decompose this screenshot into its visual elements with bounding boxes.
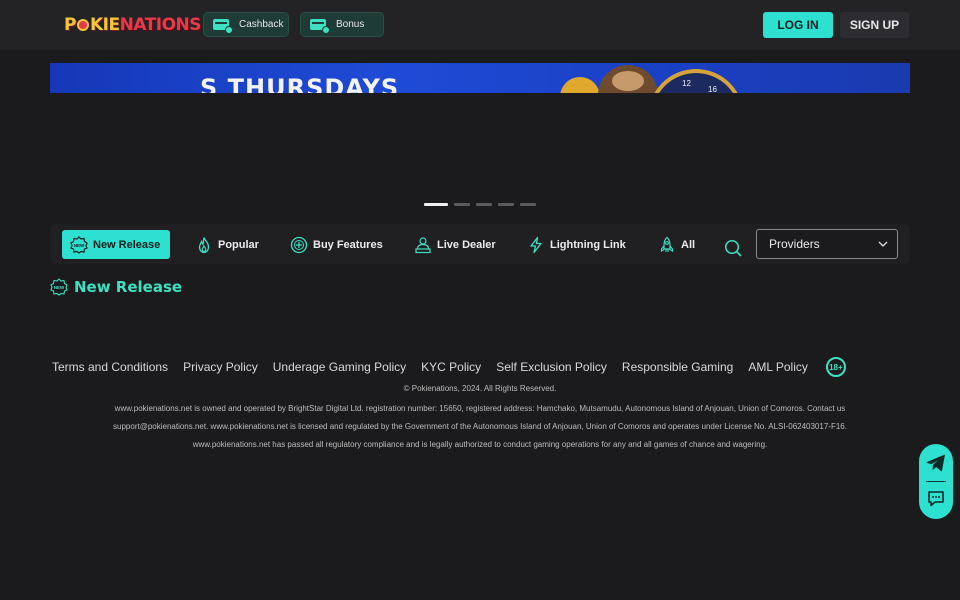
cashback-label: Cashback [239,19,284,30]
footer-link-privacy[interactable]: Privacy Policy [183,360,258,374]
legal-line: www.pokienations.net is owned and operat… [114,404,846,413]
chat-icon[interactable] [926,489,946,509]
carousel-dot[interactable] [454,203,470,206]
login-button[interactable]: LOG IN [763,12,833,38]
providers-selected-value: Providers [769,237,820,251]
tab-label: Buy Features [313,238,383,251]
banner-gold-shape [560,77,600,93]
wheel-number: 16 [708,85,717,93]
legal-text: www.pokienations.net is owned and operat… [40,400,920,454]
carousel-dot[interactable] [476,203,492,206]
lightning-icon [527,236,545,254]
tab-label: New Release [93,238,161,251]
new-badge-icon: NEW [50,278,68,296]
legal-line: support@pokienations.net. www.pokienatio… [113,422,847,431]
bonus-button[interactable]: Bonus [300,12,384,37]
floating-contact-widget [919,444,953,519]
footer-link-kyc[interactable]: KYC Policy [421,360,481,374]
tab-live-dealer[interactable]: Live Dealer [414,230,496,259]
banner-wheel: 12 16 [648,69,744,93]
telegram-icon[interactable] [925,452,947,474]
tab-popular[interactable]: Popular [195,230,259,259]
tab-all[interactable]: All [658,230,695,259]
search-button[interactable] [724,239,742,257]
tab-label: Lightning Link [550,238,626,251]
footer-link-responsible-gaming[interactable]: Responsible Gaming [622,360,733,374]
search-icon [724,239,742,257]
tab-buy-features[interactable]: Buy Features [290,230,383,259]
widget-divider [926,481,946,482]
tab-lightning-link[interactable]: Lightning Link [527,230,626,259]
promo-banner[interactable]: S THURSDAYS 12 16 [50,63,910,93]
carousel-dots [424,203,536,206]
footer-links: Terms and Conditions Privacy Policy Unde… [52,357,846,377]
wheel-number: 12 [682,79,691,88]
footer-link-aml[interactable]: AML Policy [748,360,808,374]
carousel-dot[interactable] [498,203,514,206]
flame-icon [195,236,213,254]
carousel-dot[interactable] [424,203,448,206]
plus-circle-icon [290,236,308,254]
providers-select[interactable]: Providers [756,229,898,259]
copyright-text: © Pokienations, 2024. All Rights Reserve… [403,384,557,393]
footer-link-terms[interactable]: Terms and Conditions [52,360,168,374]
wallet-icon [213,18,233,34]
age-restriction-badge: 18+ [825,357,846,377]
rocket-icon [658,236,676,254]
footer-link-self-exclusion[interactable]: Self Exclusion Policy [496,360,607,374]
tab-label: Live Dealer [437,238,496,251]
logo-o-icon [76,19,89,31]
site-logo[interactable]: P KIENATIONS [64,12,202,38]
new-badge-icon: NEW [70,235,88,254]
carousel-dot[interactable] [520,203,536,206]
logo-text-nations: NATIONS [119,15,202,35]
cashback-button[interactable]: Cashback [203,12,289,37]
banner-character [598,65,658,93]
top-header: P KIENATIONS Cashback Bonus LOG IN SIGN U… [0,0,960,50]
chevron-down-icon [878,241,888,247]
signup-button[interactable]: SIGN UP [840,12,909,38]
section-title: New Release [74,278,183,296]
logo-text-kie: KIE [89,15,120,35]
svg-text:NEW: NEW [74,243,85,248]
dealer-icon [414,236,432,254]
tab-new-release[interactable]: NEW New Release [62,230,171,259]
section-heading: NEW New Release [50,278,182,296]
banner-headline: S THURSDAYS [200,74,400,93]
wallet-icon [310,18,330,34]
svg-text:NEW: NEW [54,285,65,290]
legal-line: www.pokienations.net has passed all regu… [192,440,768,449]
logo-text-p: P [64,15,76,35]
tab-label: Popular [218,238,259,251]
footer-link-underage[interactable]: Underage Gaming Policy [273,360,406,374]
tab-label: All [681,238,696,251]
bonus-label: Bonus [336,19,365,30]
